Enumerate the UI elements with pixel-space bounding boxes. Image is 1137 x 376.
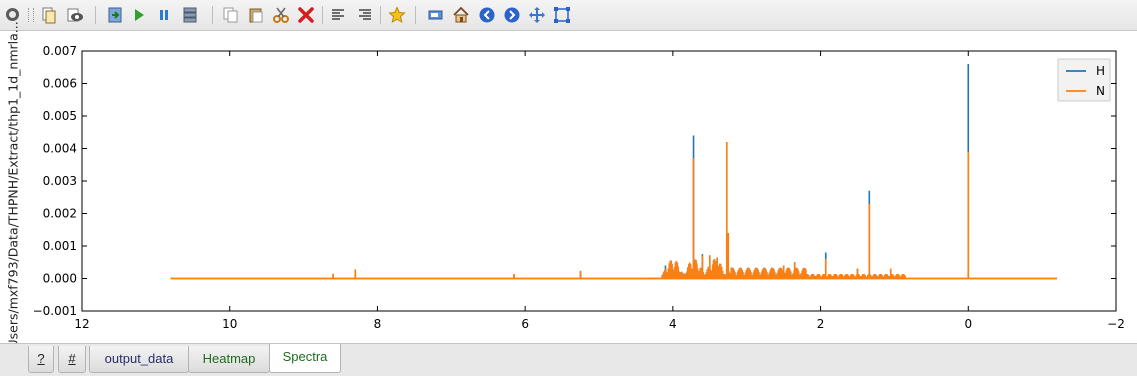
toolbar-separator — [95, 6, 96, 24]
stack-icon[interactable] — [181, 6, 199, 24]
tab-help[interactable]: ? — [28, 346, 54, 373]
delete-icon[interactable] — [297, 6, 315, 24]
favorite-star-icon[interactable] — [388, 6, 406, 24]
close-icon[interactable] — [6, 8, 19, 21]
cut-icon[interactable] — [272, 6, 290, 24]
y-tick-label: −0.001 — [33, 304, 77, 318]
x-tick-label: 4 — [669, 317, 677, 331]
x-tick-label: 0 — [964, 317, 972, 331]
tab-spectra[interactable]: Spectra — [269, 344, 341, 373]
paste-icon[interactable] — [247, 6, 265, 24]
back-icon[interactable] — [478, 6, 496, 24]
export-icon[interactable] — [106, 6, 124, 24]
spectra-plot[interactable]: 12 10 8 6 4 2 0 −2 0.007 0.006 0.005 0.004 0.003 0.00… — [0, 31, 1137, 343]
y-tick-label: 0.002 — [43, 207, 77, 221]
zoom-rect-icon[interactable] — [553, 6, 571, 24]
align-right-icon[interactable] — [355, 6, 373, 24]
toolbar-separator — [322, 6, 323, 24]
y-tick-label: 0.003 — [43, 174, 77, 188]
pan-icon[interactable] — [528, 6, 546, 24]
y-tick-label: 0.004 — [43, 142, 77, 156]
home-icon[interactable] — [452, 6, 470, 24]
file-path-label-container: /Users/mxf793/Data/THPNH/Extract/thp1_1d… — [0, 21, 26, 353]
file-path-label: /Users/mxf793/Data/THPNH/Extract/thp1_1d… — [5, 21, 21, 353]
tag-icon[interactable] — [427, 6, 445, 24]
run-icon[interactable] — [130, 6, 148, 24]
align-left-icon[interactable] — [330, 6, 348, 24]
legend-label-n: N — [1096, 84, 1105, 98]
tab-output-data[interactable]: output_data — [89, 346, 189, 373]
plot-frame — [81, 50, 1117, 312]
copy-icon[interactable] — [40, 6, 58, 24]
x-tick-label: −2 — [1107, 317, 1125, 331]
toolbar-grip[interactable] — [28, 8, 34, 22]
x-tick-label: 6 — [521, 317, 529, 331]
legend-label-h: H — [1096, 64, 1105, 78]
toolbar-separator — [380, 6, 381, 24]
x-tick-label: 10 — [222, 317, 237, 331]
y-tick-label: 0.006 — [43, 77, 77, 91]
x-tick-label: 12 — [74, 317, 89, 331]
duplicate-icon[interactable] — [222, 6, 240, 24]
y-tick-label: 0.007 — [43, 44, 77, 58]
y-tick-label: 0.005 — [43, 109, 77, 123]
forward-icon[interactable] — [503, 6, 521, 24]
tab-heatmap[interactable]: Heatmap — [188, 346, 270, 373]
tab-index[interactable]: # — [58, 346, 86, 373]
pause-icon[interactable] — [155, 6, 173, 24]
toolbar — [0, 0, 1137, 31]
x-tick-label: 8 — [374, 317, 382, 331]
y-tick-label: 0.001 — [43, 239, 77, 253]
toolbar-separator — [415, 6, 416, 24]
y-tick-label: 0.000 — [43, 272, 77, 286]
preview-icon[interactable] — [66, 6, 84, 24]
toolbar-separator — [212, 6, 213, 24]
tab-bar: ? # output_data Heatmap Spectra — [0, 343, 1137, 376]
x-tick-label: 2 — [817, 317, 825, 331]
